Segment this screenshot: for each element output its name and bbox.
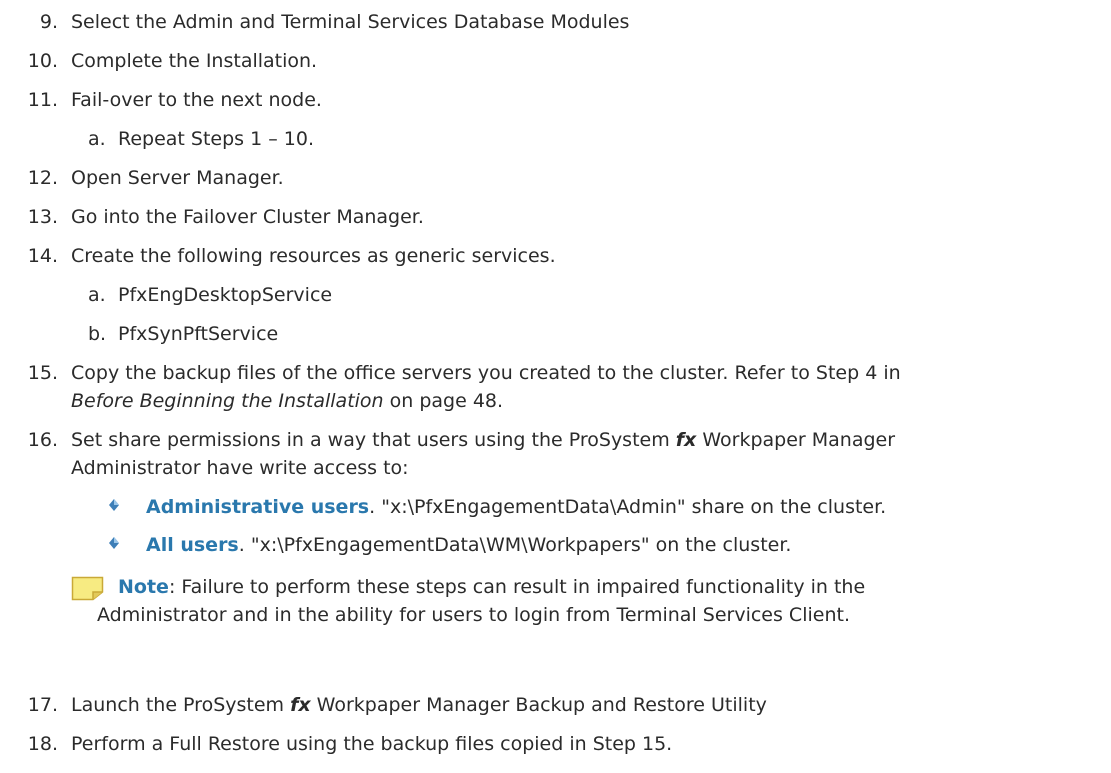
step-number: 10. [27,50,58,72]
product-fx: fx [290,694,311,716]
sub-step-text: PfxEngDesktopService [118,284,333,306]
step-text: Select the Admin and Terminal Services D… [71,11,630,33]
step-text-cont: Workpaper Manager [696,429,896,451]
note-label: Note [118,576,169,598]
bullet-text: . "x:\PfxEngagementData\Admin" share on … [369,496,887,518]
product-fx: fx [675,429,697,451]
step-text: Administrator have write access to: [71,457,409,479]
note-text: Administrator and in the ability for use… [97,604,850,626]
step-text: Copy the backup files of the office serv… [71,362,901,384]
step-text-cont: Workpaper Manager Backup and Restore Uti… [310,694,767,716]
bullet-icon [109,537,119,549]
page-reference: on page 48. [383,390,504,412]
step-number: 17. [27,694,58,716]
step-text: Complete the Installation. [71,50,318,72]
bullet-label: Administrative users [146,496,370,518]
step-number: 18. [27,733,58,755]
step-number: 13. [27,206,58,228]
sub-step-letter: a. [88,284,106,306]
step-number: 9. [39,11,58,33]
bullet-icon [109,499,119,511]
step-text: Create the following resources as generi… [71,245,556,267]
step-text: Perform a Full Restore using the backup … [71,733,673,755]
step-number: 15. [27,362,58,384]
cross-reference-link[interactable]: Before Beginning the Installation [71,390,384,412]
step-text: Fail-over to the next node. [71,89,322,111]
step-text: Go into the Failover Cluster Manager. [71,206,424,228]
step-text: Launch the ProSystem [71,694,291,716]
step-text: Set share permissions in a way that user… [71,429,676,451]
note-icon [71,576,104,601]
step-number: 12. [27,167,58,189]
step-number: 16. [27,429,58,451]
bullet-text: . "x:\PfxEngagementData\WM\Workpapers" o… [238,534,792,556]
sub-step-text: Repeat Steps 1 – 10. [118,128,315,150]
bullet-label: All users [146,534,239,556]
step-number: 11. [27,89,58,111]
sub-step-text: PfxSynPftService [118,323,279,345]
sub-step-letter: b. [88,323,107,345]
step-text: Open Server Manager. [71,167,284,189]
sub-step-letter: a. [88,128,106,150]
step-number: 14. [27,245,58,267]
note-text: : Failure to perform these steps can res… [168,576,866,598]
